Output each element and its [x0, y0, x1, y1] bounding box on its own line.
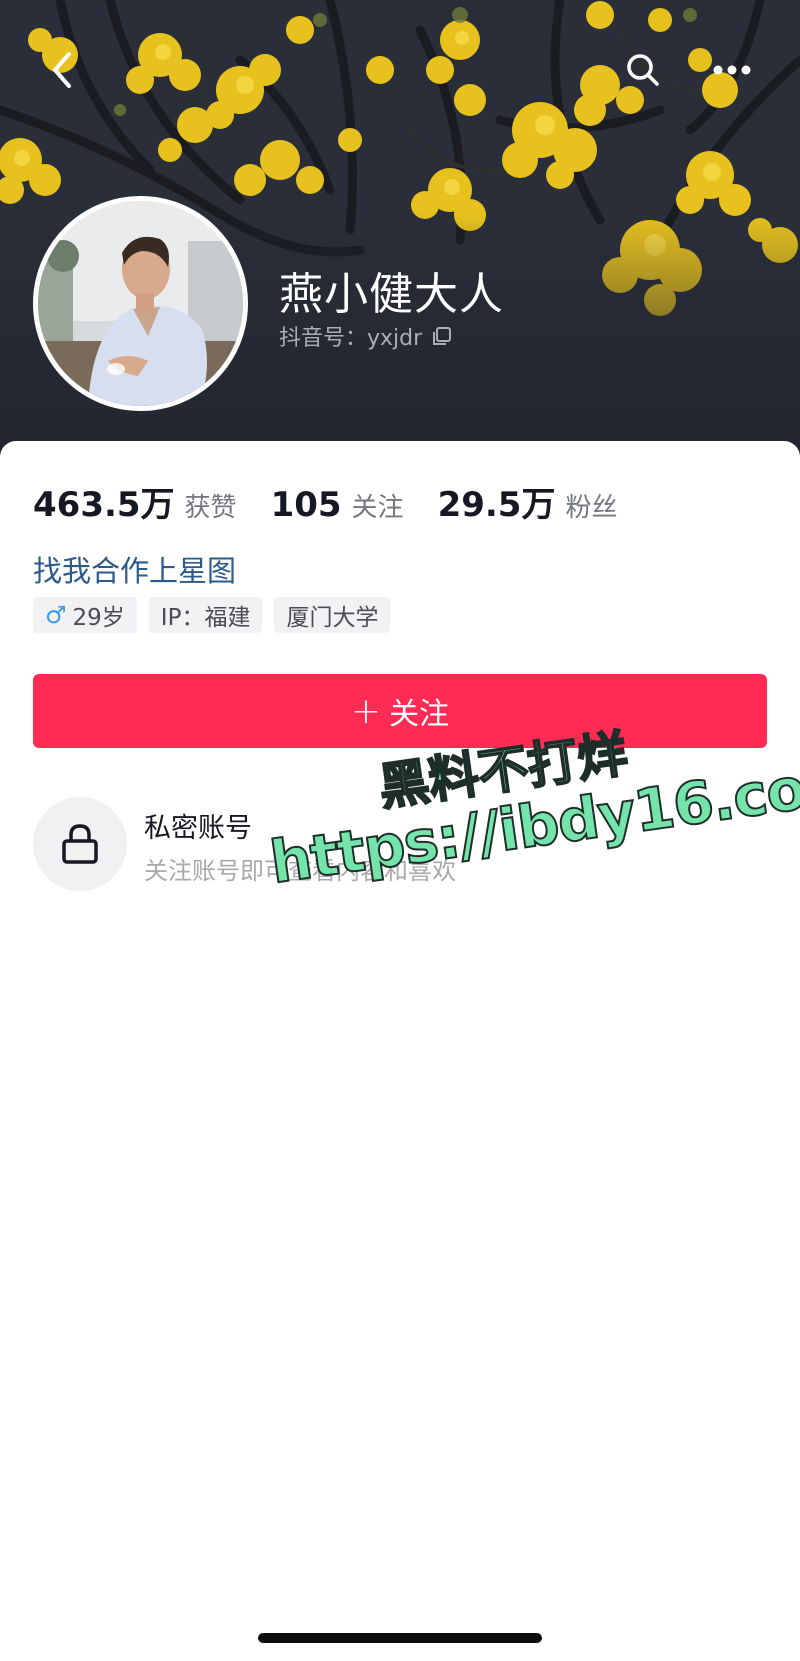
tag-gender-age: ♂ 29岁	[33, 597, 137, 633]
private-account-description: 关注账号即可查看内容和喜欢	[144, 857, 456, 885]
stat-following-value: 105	[270, 485, 342, 525]
chevron-left-icon	[53, 52, 71, 88]
tag-ip: IP：福建	[148, 597, 263, 633]
private-account-title: 私密账号	[144, 813, 252, 844]
avatar-photo	[38, 201, 243, 406]
stat-following[interactable]: 105 关注	[271, 485, 404, 525]
nickname: 燕小健大人	[279, 269, 504, 320]
back-button[interactable]	[38, 46, 86, 94]
stat-likes-value: 463.5万	[33, 485, 175, 525]
douyin-id-text: 抖音号：yxjdr	[279, 326, 423, 351]
douyin-id: 抖音号：yxjdr	[279, 320, 452, 352]
tag-school[interactable]: 厦门大学	[274, 597, 391, 633]
stat-followers-value: 29.5万	[437, 485, 556, 525]
stat-likes-label: 获赞	[184, 493, 237, 523]
stat-followers-label: 粉丝	[565, 493, 618, 523]
stat-followers[interactable]: 29.5万 粉丝	[438, 477, 618, 526]
avatar[interactable]	[33, 196, 248, 411]
search-button[interactable]	[619, 46, 667, 94]
search-icon	[627, 54, 659, 86]
copy-icon[interactable]	[432, 326, 452, 346]
tag-age: 29岁	[72, 605, 125, 631]
male-icon: ♂	[45, 601, 67, 629]
more-horizontal-icon	[713, 65, 751, 75]
private-account-badge	[33, 797, 127, 891]
stats-row: 463.5万 获赞 105 关注 29.5万 粉丝	[33, 477, 651, 526]
more-button[interactable]	[708, 46, 756, 94]
follow-button-label: 关注	[389, 697, 450, 732]
home-indicator[interactable]	[258, 1633, 542, 1643]
follow-button[interactable]: + 关注	[33, 674, 767, 748]
profile-tags: ♂ 29岁 IP：福建 厦门大学	[33, 597, 402, 633]
stat-likes[interactable]: 463.5万 获赞	[33, 477, 237, 526]
profile-banner: 燕小健大人 抖音号：yxjdr	[0, 0, 800, 470]
cooperation-link[interactable]: 找我合作上星图	[33, 548, 236, 590]
stat-following-label: 关注	[351, 493, 404, 523]
plus-icon: +	[350, 690, 382, 732]
lock-icon	[62, 824, 98, 864]
